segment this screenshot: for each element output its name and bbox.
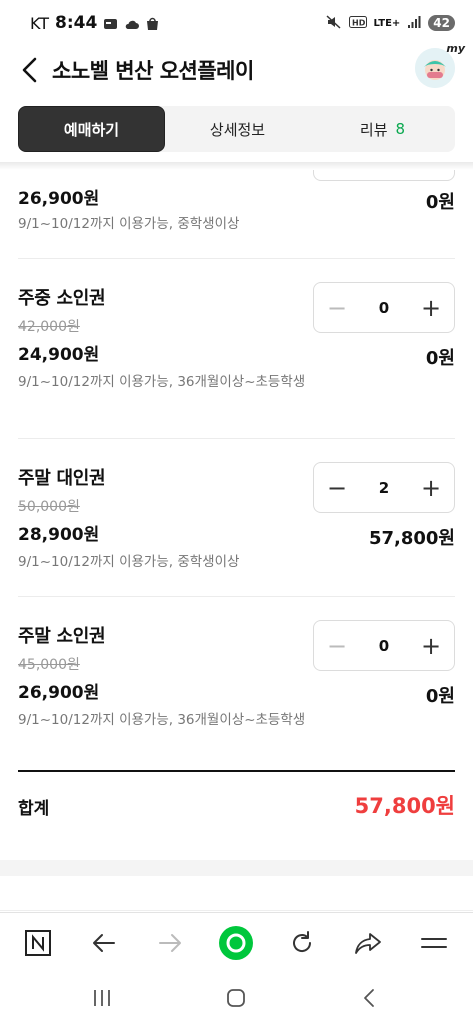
divider (0, 910, 473, 911)
plus-button[interactable]: + (420, 296, 442, 320)
quantity-stepper[interactable]: − 0 + (313, 620, 455, 671)
browser-forward-button[interactable] (152, 925, 188, 961)
battery-badge: 42 (428, 15, 455, 31)
system-back-button[interactable] (355, 984, 383, 1012)
forward-arrow-icon (159, 934, 181, 952)
back-button[interactable] (14, 54, 46, 86)
ticket-price: 26,900원 (18, 189, 100, 209)
lte-icon: LTE+ (373, 17, 401, 29)
ticket-subtotal: 0원 (425, 348, 455, 369)
status-right: HD LTE+ 42 (326, 14, 455, 33)
browser-back-button[interactable] (86, 925, 122, 961)
total-label: 합계 (18, 799, 50, 819)
divider (18, 258, 455, 259)
quantity-value: 2 (378, 478, 390, 497)
home-button[interactable] (222, 984, 250, 1012)
shopping-bag-icon (145, 16, 160, 30)
ticket-name: 주중 소인권 (18, 288, 106, 309)
ticket-price: 26,900원 (18, 683, 100, 703)
header-shadow (0, 162, 473, 170)
browser-green-dot-button[interactable] (218, 925, 254, 961)
recents-button[interactable] (88, 984, 116, 1012)
system-nav-bar (0, 970, 473, 1024)
status-left: KT 8:44 (30, 13, 160, 33)
carrier-label: KT (30, 13, 50, 33)
divider (18, 438, 455, 439)
menu-button[interactable] (416, 925, 452, 961)
ticket-name: 주말 소인권 (18, 626, 106, 647)
browser-toolbar (0, 912, 473, 970)
total-value: 57,800원 (354, 794, 455, 818)
home-icon (227, 989, 245, 1007)
minus-button[interactable]: − (326, 296, 348, 320)
quantity-value: 0 (378, 636, 390, 655)
naver-home-button[interactable] (20, 925, 56, 961)
review-count: 8 (395, 120, 406, 138)
quantity-value: 0 (378, 298, 390, 317)
menu-icon (421, 938, 447, 948)
tab-reviews[interactable]: 리뷰 8 (310, 106, 455, 152)
ticket-list[interactable]: 26,900원 0원 9/1~10/12까지 이용가능, 중학생이상 주중 소인… (0, 170, 473, 912)
hd-icon: HD (348, 14, 367, 33)
ticket-original-price: 45,000원 (18, 657, 80, 673)
plus-button[interactable]: + (420, 476, 442, 500)
ticket-desc: 9/1~10/12까지 이용가능, 중학생이상 (18, 554, 240, 570)
ticket-original-price: 42,000원 (18, 319, 80, 335)
quantity-stepper[interactable]: − 2 + (313, 462, 455, 513)
back-icon (364, 989, 374, 1007)
refresh-icon (293, 931, 312, 952)
naver-n-icon (25, 930, 51, 956)
svg-text:HD: HD (352, 18, 366, 27)
ticket-subtotal: 57,800원 (368, 528, 455, 549)
my-label: my (446, 42, 465, 55)
tab-bar: 예매하기 상세정보 리뷰 8 (18, 106, 455, 152)
plus-button[interactable]: + (420, 634, 442, 658)
ticket-name: 주말 대인권 (18, 468, 106, 489)
status-bar: KT 8:44 HD LTE+ 42 (0, 0, 473, 46)
cloud-icon (124, 16, 140, 30)
chevron-left-icon (22, 57, 37, 83)
ticket-price: 24,900원 (18, 345, 100, 365)
refresh-button[interactable] (284, 925, 320, 961)
clock: 8:44 (55, 13, 98, 33)
tab-details[interactable]: 상세정보 (165, 106, 310, 152)
ticket-subtotal: 0원 (425, 192, 455, 213)
ticket-desc: 9/1~10/12까지 이용가능, 36개월이상~초등학생 (18, 712, 306, 728)
ticket-desc: 9/1~10/12까지 이용가능, 중학생이상 (18, 216, 240, 232)
quantity-stepper-partial[interactable] (313, 170, 455, 181)
ticket-desc: 9/1~10/12까지 이용가능, 36개월이상~초등학생 (18, 374, 306, 390)
back-arrow-icon (93, 934, 115, 952)
total-divider (18, 770, 455, 772)
ticket-original-price: 50,000원 (18, 499, 80, 515)
minus-button[interactable]: − (326, 634, 348, 658)
share-icon (355, 933, 381, 954)
ticket-subtotal: 0원 (425, 686, 455, 707)
ticket-price: 28,900원 (18, 525, 100, 545)
signal-icon (407, 14, 421, 33)
tab-details-label: 상세정보 (209, 120, 266, 139)
home-green-dot-icon (219, 926, 253, 960)
notification-app-icon (103, 16, 118, 30)
tab-booking[interactable]: 예매하기 (18, 106, 165, 152)
divider (18, 596, 455, 597)
page-title: 소노벨 변산 오션플레이 (52, 59, 254, 83)
my-avatar-button[interactable]: my (415, 42, 465, 88)
section-gap (0, 860, 473, 876)
share-button[interactable] (350, 925, 386, 961)
recents-icon (94, 990, 110, 1006)
minus-button[interactable]: − (326, 476, 348, 500)
app-header: 소노벨 변산 오션플레이 my (0, 42, 473, 96)
tab-booking-label: 예매하기 (63, 120, 120, 139)
quantity-stepper[interactable]: − 0 + (313, 282, 455, 333)
tab-reviews-label: 리뷰 (359, 120, 388, 139)
mute-icon (326, 14, 342, 33)
